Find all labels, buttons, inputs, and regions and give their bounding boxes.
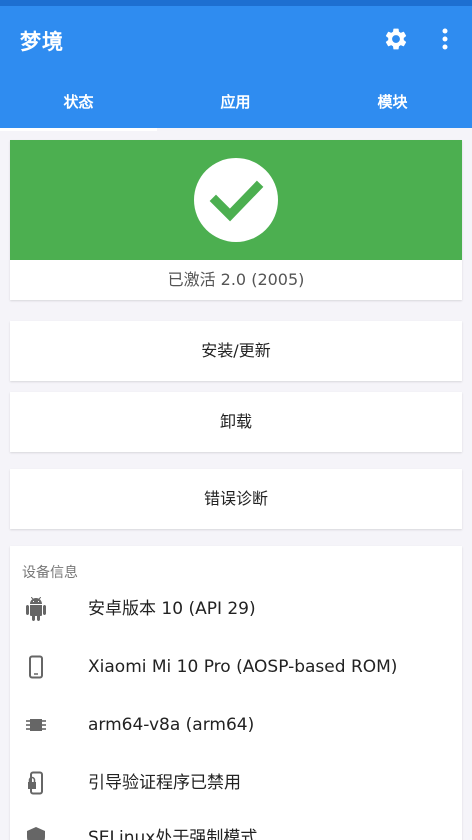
tab-bar: 状态 应用 模块 xyxy=(0,84,472,134)
shield-icon xyxy=(27,827,45,840)
list-item: arm64-v8a (arm64) xyxy=(10,705,462,745)
status-banner xyxy=(10,140,462,260)
list-item: 引导验证程序已禁用 xyxy=(10,763,462,803)
device-info-header: 设备信息 xyxy=(22,565,78,581)
android-version-text: 安卓版本 10 (API 29) xyxy=(88,599,256,619)
list-item: SELinux处于强制模式 xyxy=(10,818,462,840)
tab-modules[interactable]: 模块 xyxy=(314,84,471,134)
tab-indicator xyxy=(0,128,157,131)
gear-icon[interactable] xyxy=(383,26,409,52)
more-vert-icon[interactable] xyxy=(436,26,454,52)
cpu-arch-text: arm64-v8a (arm64) xyxy=(88,715,255,735)
tab-status[interactable]: 状态 xyxy=(0,84,157,134)
error-diagnosis-button[interactable]: 错误诊断 xyxy=(10,469,462,529)
phone-icon xyxy=(29,655,43,679)
verified-boot-text: 引导验证程序已禁用 xyxy=(88,773,241,793)
list-item: 安卓版本 10 (API 29) xyxy=(10,589,462,629)
selinux-text: SELinux处于强制模式 xyxy=(88,828,258,840)
list-item: Xiaomi Mi 10 Pro (AOSP-based ROM) xyxy=(10,647,462,687)
status-text: 已激活 2.0 (2005) xyxy=(167,270,305,289)
device-model-text: Xiaomi Mi 10 Pro (AOSP-based ROM) xyxy=(88,657,398,677)
tab-apps[interactable]: 应用 xyxy=(157,84,314,134)
uninstall-button[interactable]: 卸载 xyxy=(10,392,462,452)
check-circle-icon xyxy=(194,158,278,242)
phone-lock-icon xyxy=(28,771,43,795)
install-update-button[interactable]: 安装/更新 xyxy=(10,321,462,381)
device-info-card: 设备信息 安卓版本 10 (API 29) Xiaomi Mi 10 Pro (… xyxy=(10,546,462,840)
android-icon xyxy=(26,597,46,621)
app-bar: 梦境 状态 应用 模块 xyxy=(0,6,472,131)
chip-icon xyxy=(26,719,46,731)
status-card: 已激活 2.0 (2005) xyxy=(10,140,462,300)
app-title: 梦境 xyxy=(20,30,64,54)
